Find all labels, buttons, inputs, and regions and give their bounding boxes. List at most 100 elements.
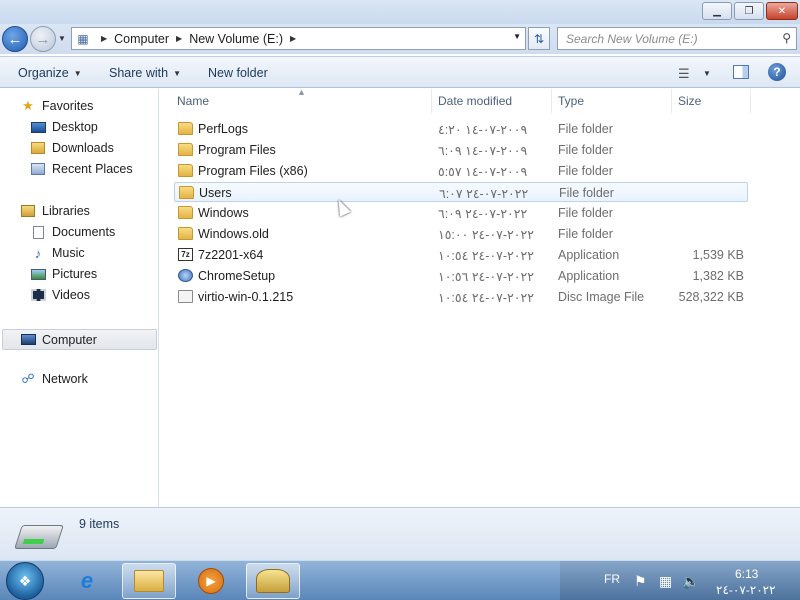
- file-row-virtio-win[interactable]: virtio-win-0.1.215 ٢٠٢٢-٠٧-٢٤ ١٠:٥٤ Disc…: [174, 287, 748, 307]
- chevron-right-icon[interactable]: ▶: [101, 34, 107, 43]
- address-bar[interactable]: ▦ ▶ Computer ▶ New Volume (E:) ▶ ▼: [71, 27, 526, 50]
- nav-favorites-label: Favorites: [42, 99, 94, 113]
- nav-downloads[interactable]: Downloads: [30, 141, 114, 155]
- back-button[interactable]: ←: [2, 26, 28, 52]
- volume-muted-icon[interactable]: 🔈: [682, 573, 699, 590]
- chevron-right-icon[interactable]: ▶: [290, 34, 296, 43]
- file-name: 7z2201-x64: [198, 248, 264, 262]
- nav-libraries[interactable]: Libraries: [20, 204, 90, 218]
- nav-documents[interactable]: Documents: [30, 225, 115, 239]
- forward-button[interactable]: →: [30, 26, 56, 52]
- folder-icon: [178, 143, 193, 156]
- navigation-pane: ★ Favorites Desktop Downloads Recent Pla…: [0, 89, 159, 507]
- nav-desktop-label: Desktop: [52, 120, 98, 134]
- file-date: ٢٠٢٢-٠٧-٢٤ ١٠:٥٤: [438, 249, 534, 263]
- file-type: File folder: [558, 227, 613, 241]
- column-header-date-modified[interactable]: Date modified: [438, 89, 552, 113]
- videos-film-icon: [30, 288, 46, 302]
- nav-music[interactable]: ♪ Music: [30, 245, 85, 261]
- preview-pane-icon[interactable]: [733, 65, 749, 79]
- start-button[interactable]: ❖: [6, 562, 44, 600]
- search-icon[interactable]: ⚲: [782, 31, 791, 45]
- nav-recent-places[interactable]: Recent Places: [30, 162, 133, 176]
- file-type: File folder: [558, 164, 613, 178]
- clock-date[interactable]: ٢٠٢٢-٠٧-٢٤: [716, 583, 776, 597]
- file-type: Application: [558, 248, 620, 262]
- share-with-label: Share with: [109, 66, 169, 80]
- search-input[interactable]: [566, 31, 771, 46]
- windows-logo-icon: ❖: [18, 572, 32, 589]
- close-button[interactable]: ✕: [766, 2, 798, 20]
- media-player-icon: ▶: [198, 568, 224, 594]
- folder-icon: [178, 122, 193, 135]
- file-name: Windows.old: [198, 227, 269, 241]
- organize-button[interactable]: Organize ▼: [18, 66, 82, 80]
- search-box[interactable]: ⚲: [557, 27, 797, 50]
- chevron-right-icon[interactable]: ▶: [176, 34, 182, 43]
- file-row-users[interactable]: Users ٢٠٢٢-٠٧-٢٤ ٦:٠٧ File folder: [174, 182, 748, 202]
- nav-pictures[interactable]: Pictures: [30, 267, 97, 281]
- new-folder-button[interactable]: New folder: [208, 66, 268, 80]
- taskbar-media-player[interactable]: ▶: [184, 563, 238, 599]
- star-icon: ★: [22, 98, 34, 113]
- file-type: File folder: [558, 206, 613, 220]
- chevron-down-icon: ▼: [58, 34, 66, 43]
- network-status-icon[interactable]: ▦: [659, 573, 672, 590]
- taskbar-on-screen-keyboard[interactable]: [246, 563, 300, 599]
- nav-documents-label: Documents: [52, 225, 116, 239]
- file-name: Windows: [198, 206, 249, 220]
- nav-videos[interactable]: Videos: [30, 288, 90, 302]
- file-row-7z2201-x64[interactable]: 7z 7z2201-x64 ٢٠٢٢-٠٧-٢٤ ١٠:٥٤ Applicati…: [174, 245, 748, 265]
- recent-pages-dropdown[interactable]: ▼: [58, 34, 66, 43]
- action-center-flag-icon[interactable]: ⚑: [634, 573, 647, 590]
- windows-explorer-icon: [134, 570, 164, 592]
- nav-desktop[interactable]: Desktop: [30, 120, 98, 134]
- nav-computer[interactable]: Computer: [2, 329, 157, 350]
- taskbar-internet-explorer[interactable]: e: [60, 563, 114, 599]
- nav-favorites[interactable]: ★ Favorites: [20, 98, 94, 113]
- column-header-size[interactable]: Size: [678, 89, 751, 113]
- help-icon[interactable]: ?: [768, 63, 786, 81]
- file-row-windows-old[interactable]: Windows.old ٢٠٢٢-٠٧-٢٤ ١٥:٠٠ File folder: [174, 224, 748, 244]
- nav-libraries-label: Libraries: [42, 204, 90, 218]
- nav-network[interactable]: ☍ Network: [20, 371, 88, 386]
- file-size: 528,322 KB: [678, 290, 744, 304]
- maximize-button[interactable]: ❐: [734, 2, 764, 20]
- breadcrumb-new-volume[interactable]: New Volume (E:): [189, 32, 283, 46]
- downloads-folder-icon: [30, 141, 46, 155]
- breadcrumb-computer[interactable]: Computer: [114, 32, 169, 46]
- clock-time[interactable]: 6:13: [735, 567, 758, 581]
- taskbar: ❖ e ▶ FR ⚑ ▦ 🔈 6:13 ٢٠٢٢-٠٧-٢٤: [0, 560, 800, 600]
- address-dropdown-icon[interactable]: ▼: [513, 32, 521, 41]
- desktop-icon: [30, 120, 46, 134]
- refresh-button[interactable]: ⇅: [528, 27, 550, 50]
- column-header-type[interactable]: Type: [558, 89, 672, 113]
- window-controls: ▁ ❐ ✕: [702, 2, 798, 20]
- change-view-icon[interactable]: ☰: [678, 66, 690, 82]
- disc-image-icon: [178, 290, 193, 303]
- column-header-date-label: Date modified: [438, 94, 513, 108]
- file-name: PerfLogs: [198, 122, 249, 136]
- folder-icon: [178, 164, 193, 177]
- file-date: ٢٠٠٩-٠٧-١٤ ٦:٠٩: [438, 144, 528, 158]
- column-header-name-label: Name: [177, 94, 210, 108]
- file-row-program-files[interactable]: Program Files ٢٠٠٩-٠٧-١٤ ٦:٠٩ File folde…: [174, 140, 748, 160]
- file-row-chromesetup[interactable]: ChromeSetup ٢٠٢٢-٠٧-٢٤ ١٠:٥٦ Application…: [174, 266, 748, 286]
- file-row-perflogs[interactable]: PerfLogs ٢٠٠٩-٠٧-١٤ ٤:٢٠ File folder: [174, 119, 748, 139]
- file-row-windows[interactable]: Windows ٢٠٢٢-٠٧-٢٤ ٦:٠٩ File folder: [174, 203, 748, 223]
- share-with-button[interactable]: Share with ▼: [109, 66, 181, 80]
- nav-network-label: Network: [42, 372, 88, 386]
- minimize-button[interactable]: ▁: [702, 2, 732, 20]
- music-note-icon: ♪: [34, 245, 42, 261]
- file-name: virtio-win-0.1.215: [198, 290, 294, 304]
- item-count: 9 items: [79, 517, 120, 531]
- column-header-name[interactable]: Name: [177, 89, 432, 113]
- language-indicator[interactable]: FR: [604, 572, 620, 586]
- file-row-program-files-x86[interactable]: Program Files (x86) ٢٠٠٩-٠٧-١٤ ٥:٥٧ File…: [174, 161, 748, 181]
- system-tray: FR ⚑ ▦ 🔈 6:13 ٢٠٢٢-٠٧-٢٤: [560, 561, 800, 600]
- file-date: ٢٠٢٢-٠٧-٢٤ ١٠:٥٤: [438, 291, 534, 305]
- breadcrumb: ▶ Computer ▶ New Volume (E:) ▶: [94, 32, 303, 46]
- taskbar-windows-explorer[interactable]: [122, 563, 176, 599]
- view-options-dropdown-icon[interactable]: ▼: [703, 69, 711, 78]
- arrow-right-icon: →: [35, 30, 51, 48]
